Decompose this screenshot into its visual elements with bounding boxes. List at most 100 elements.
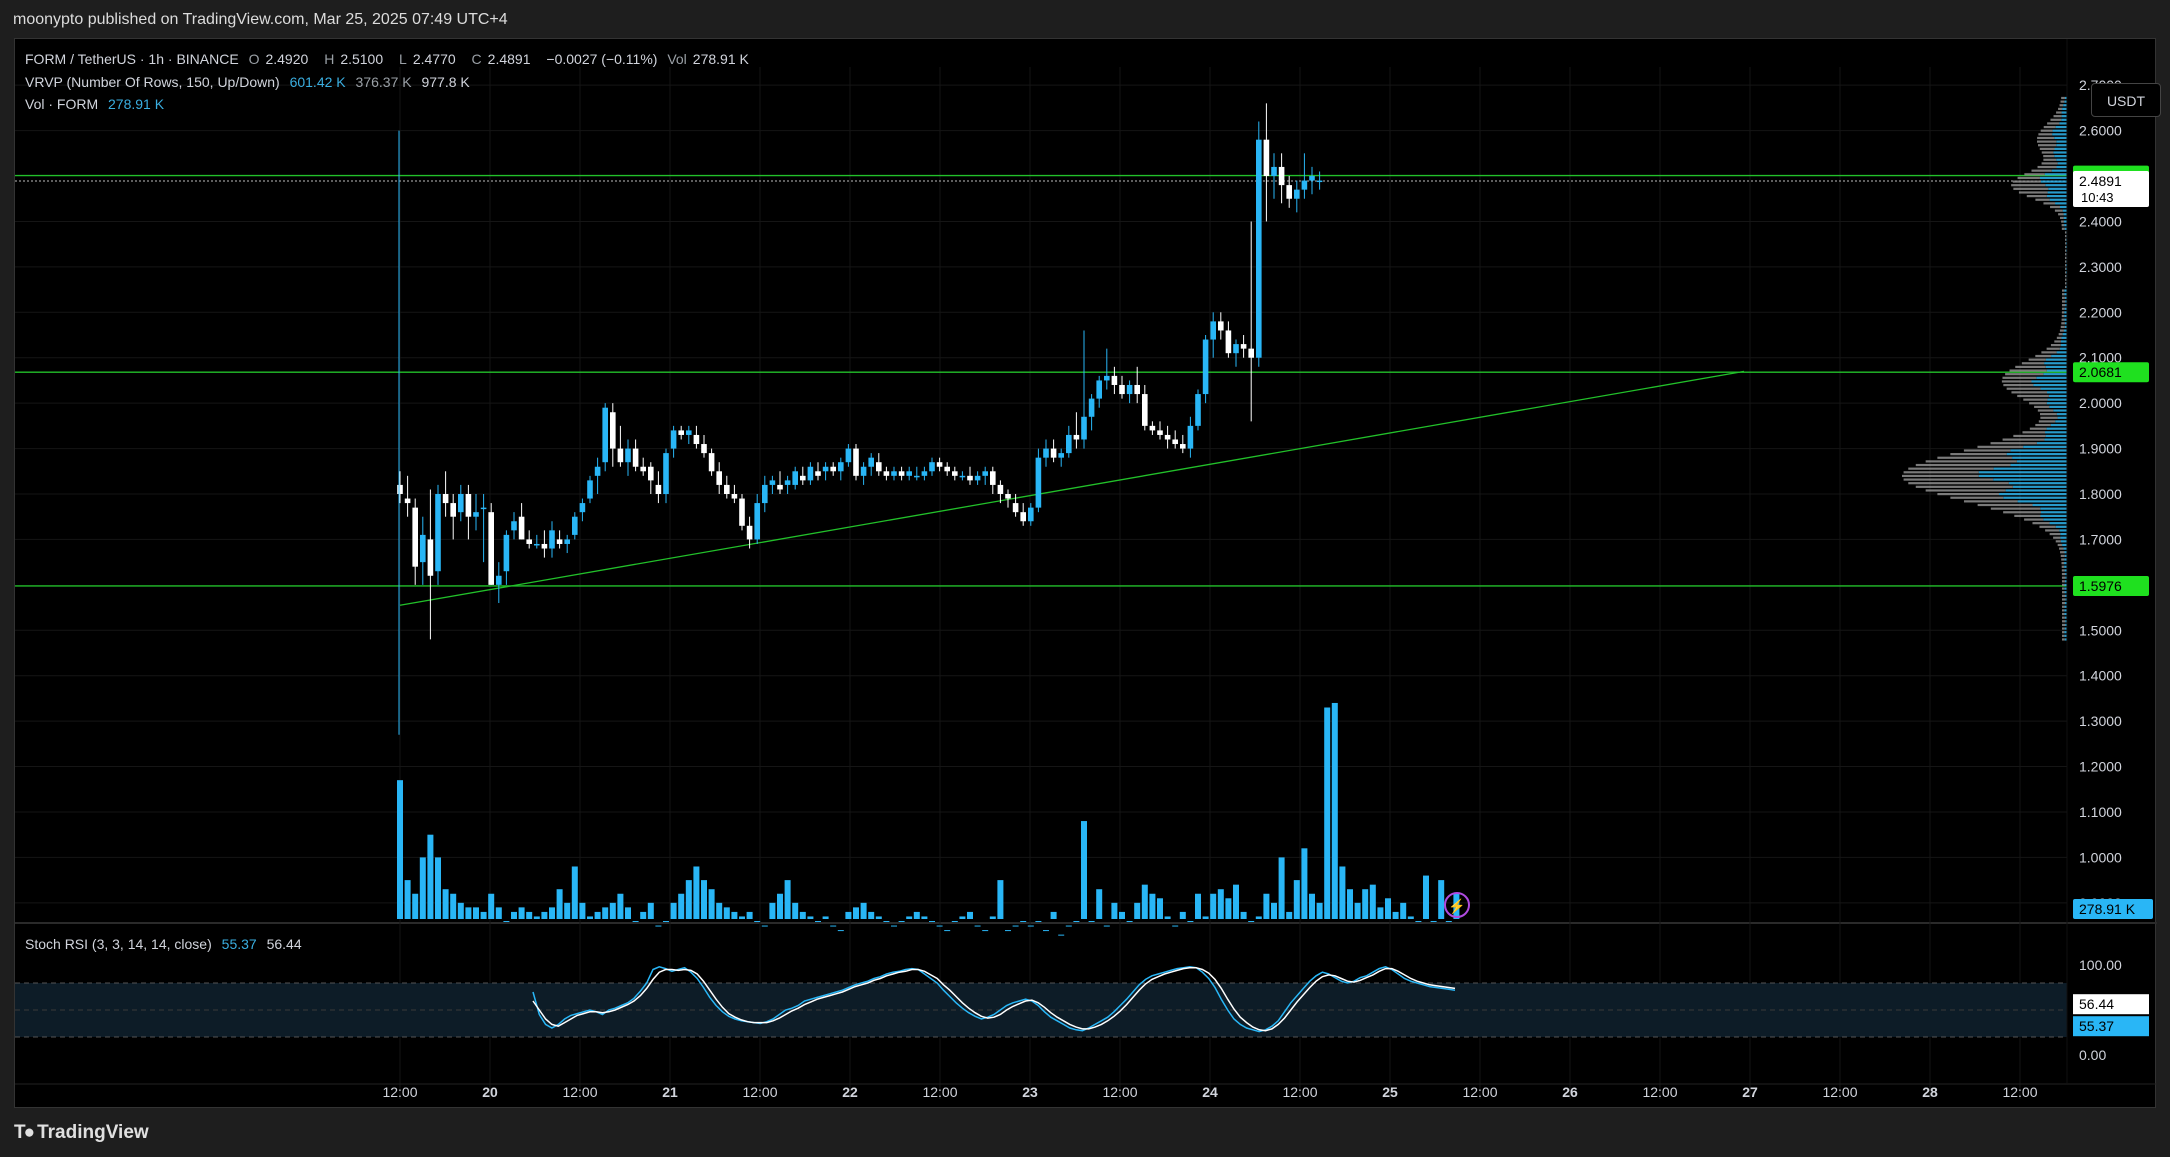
candle-body: [632, 448, 639, 467]
volume-bar: [427, 834, 434, 919]
candle-body: [1050, 448, 1057, 458]
candle-body: [579, 503, 586, 513]
candle-body: [1233, 344, 1239, 354]
volume-bar: [959, 916, 966, 919]
chart-canvas[interactable]: 2.70002.60002.40002.30002.20002.10002.00…: [15, 39, 2157, 1109]
candle-body: [1081, 416, 1087, 440]
volume-bar: [1354, 902, 1361, 919]
candle-body: [397, 484, 403, 494]
candle-body: [1301, 180, 1308, 190]
candle-body: [784, 480, 791, 485]
volume-bar: [1309, 893, 1315, 919]
candle-body: [1134, 384, 1140, 395]
volume-bar: [769, 902, 776, 919]
volume-bar: [1255, 916, 1262, 919]
high-value: 2.5100: [340, 51, 384, 67]
vrvp-up: 601.42 K: [289, 74, 346, 90]
time-tick-label: 12:00: [1822, 1084, 1857, 1100]
time-tick-label: 24: [1202, 1084, 1218, 1100]
volume-bar: [518, 907, 525, 919]
candle-body: [625, 448, 631, 463]
price-tick-label: 2.3000: [2079, 259, 2122, 275]
tradingview-logo-text: TradingView: [37, 1122, 149, 1143]
volume-bar: [1103, 925, 1110, 927]
volume-bar: [1430, 921, 1437, 922]
candle-body: [648, 466, 654, 481]
candle-body: [1126, 384, 1133, 395]
symbol-title[interactable]: FORM / TetherUS · 1h · BINANCE: [25, 51, 239, 67]
volume-bar: [761, 925, 768, 927]
chart-frame[interactable]: 2.70002.60002.40002.30002.20002.10002.00…: [14, 38, 2161, 1109]
volume-name: Vol · FORM: [25, 96, 99, 112]
volume-bar: [1172, 925, 1179, 927]
volume-bar: [678, 893, 685, 919]
volume-profile: [1901, 96, 2067, 641]
candle-body: [701, 444, 707, 454]
volume-bar: [982, 930, 989, 932]
volume-tag-label: 278.91 K: [2079, 901, 2136, 917]
candle-body: [959, 475, 966, 478]
candle-body: [435, 494, 441, 572]
candle-body: [822, 466, 829, 472]
vrvp-legend[interactable]: VRVP (Number Of Rows, 150, Up/Down) 601.…: [25, 74, 476, 90]
candle-body: [1035, 457, 1042, 508]
volume-bar: [632, 921, 639, 922]
vol-label: Vol: [667, 51, 687, 67]
candle-body: [1119, 384, 1125, 395]
volume-bar: [1134, 902, 1141, 919]
time-tick-label: 12:00: [1102, 1084, 1137, 1100]
volume-bar: [1301, 848, 1308, 919]
volume-bar: [1407, 916, 1414, 919]
candle-body: [967, 475, 973, 481]
volume-bar: [1233, 884, 1239, 919]
footer: T● TradingView: [0, 1108, 2170, 1157]
volume-bar: [1187, 921, 1194, 922]
volume-bar: [1164, 916, 1171, 919]
candle-body: [990, 471, 996, 485]
volume-bar: [883, 921, 890, 922]
stoch-legend[interactable]: Stoch RSI (3, 3, 14, 14, close) 55.37 56…: [25, 936, 308, 952]
volume-bar: [830, 925, 837, 927]
candle-body: [670, 430, 677, 449]
volume-bar: [503, 921, 510, 922]
candle-body: [518, 516, 525, 540]
currency-button[interactable]: USDT: [2091, 83, 2161, 117]
volume-bar: [1073, 921, 1080, 922]
candle-body: [921, 471, 928, 476]
volume-bar: [784, 880, 791, 919]
volume-bar: [625, 907, 631, 919]
candle-body: [1316, 180, 1323, 183]
price-tick-label: 2.4000: [2079, 213, 2122, 229]
candle-body: [739, 498, 745, 526]
open-label: O: [248, 51, 260, 67]
volume-bar: [891, 925, 897, 927]
tradingview-logo[interactable]: T● TradingView: [14, 1122, 149, 1144]
candle-body: [860, 466, 867, 476]
candle-body: [1043, 448, 1049, 458]
volume-bar: [1263, 893, 1270, 919]
volume-bar: [495, 907, 502, 919]
candle-body: [883, 471, 890, 476]
price-tick-label: 2.2000: [2079, 304, 2122, 320]
countdown-label: 10:43: [2081, 190, 2114, 205]
volume-bar: [936, 925, 943, 927]
volume-bar: [1339, 866, 1346, 919]
current-price-label: 2.4891: [2079, 173, 2122, 189]
volume-bar: [1096, 889, 1103, 919]
candle-body: [1210, 321, 1216, 340]
volume-legend[interactable]: Vol · FORM 278.91 K: [25, 96, 170, 112]
volume-bar: [837, 930, 844, 932]
volume-bar: [549, 907, 555, 919]
candle-body: [1187, 425, 1194, 449]
volume-bar: [693, 866, 700, 919]
volume-bar: [1027, 925, 1034, 927]
volume-bar: [511, 911, 517, 919]
candle-body: [853, 448, 859, 476]
volume-bar: [617, 893, 624, 919]
candle-body: [1104, 375, 1110, 381]
volume-bar: [792, 902, 799, 919]
volume-bar: [1119, 911, 1125, 919]
volume-bar: [777, 893, 783, 919]
volume-bar: [731, 911, 738, 919]
volume-bar: [1012, 925, 1019, 927]
